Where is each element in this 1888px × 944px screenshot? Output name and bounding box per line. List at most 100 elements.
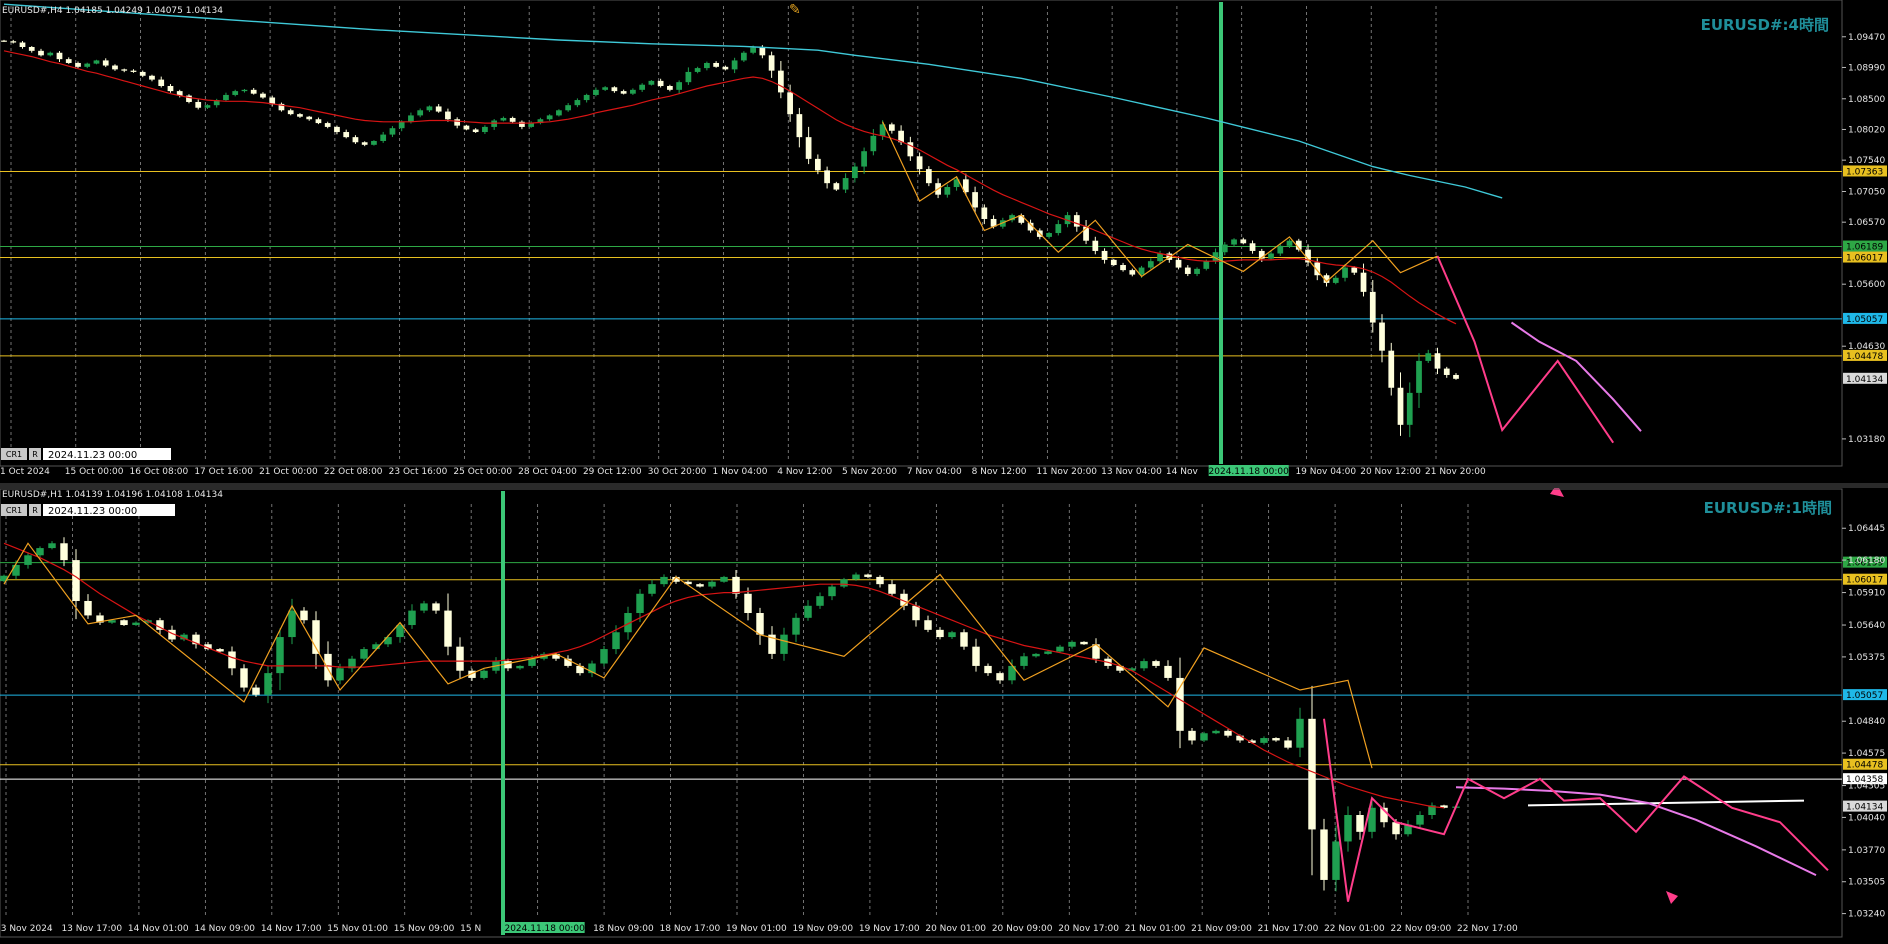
x-tick-label: 22 Nov 01:00 [1324,924,1385,934]
candle-body [984,665,992,674]
x-tick-label: 15 Nov 09:00 [394,924,455,934]
candle-body [352,137,359,143]
h1-vertical-marker [501,491,505,935]
candle-body [1200,733,1208,741]
candle-body [1046,233,1052,237]
candle-body [454,119,461,126]
candle-body [744,593,752,614]
candle-body [912,605,920,621]
candle-body [324,123,331,127]
candle-body [1286,240,1293,246]
candle-body [1073,215,1080,227]
candle-body [1392,822,1400,835]
candle-body [408,610,416,626]
x-tick-label: 25 Oct 00:00 [453,467,512,477]
candle-body [287,110,294,115]
candle-body [112,65,118,70]
y-tick-label: 1.07540 [1848,156,1885,166]
chart-canvas: 1.073631.061891.060171.050571.044781.041… [0,0,1888,940]
y-tick-label: 1.09470 [1848,33,1885,43]
candle-body [768,55,775,71]
candle-body [944,187,951,195]
y-tick-label: 1.04575 [1848,749,1885,759]
candle-body [297,114,303,117]
x-tick-label: 22 Nov 09:00 [1391,924,1452,934]
candle-body [741,52,747,61]
y-tick-label: 1.05640 [1848,621,1885,631]
candle-body [876,576,884,585]
candle-body [1176,677,1184,731]
candle-body [408,115,414,122]
candle-body [232,91,239,95]
candle-body [120,620,128,626]
x-tick-label: 1 Nov 04:00 [713,467,768,477]
x-tick-label: 15 Nov 01:00 [327,924,388,934]
price-level-label: 1.07363 [1846,167,1883,177]
candle-body [565,105,572,111]
candle-body [306,116,313,120]
candle-body [130,70,137,72]
candle-body [1240,239,1247,244]
x-tick-label: 21 Nov 01:00 [1125,924,1186,934]
candle-body [48,543,56,549]
candle-body [241,89,248,92]
candle-body [925,169,932,184]
candle-body [500,117,507,121]
candle-body [334,126,340,133]
candle-body [1236,735,1244,741]
panel-separator[interactable] [0,483,1888,488]
candle-body [1260,738,1268,743]
candle-body [583,94,590,101]
candle-body [19,42,26,47]
candle-body [852,574,860,580]
candle-body [1203,261,1210,269]
y-tick-label: 1.03770 [1848,846,1885,856]
candle-body [861,151,867,167]
candle-body [93,60,100,64]
h4-cr1-label: CR1 [6,450,22,459]
candle-body [1175,259,1182,268]
candle-body [360,649,368,659]
candle-body [361,142,368,145]
candle-body [1212,730,1220,734]
x-tick-label: 13 Nov 17:00 [61,924,122,934]
x-tick-label: 29 Oct 12:00 [583,467,642,477]
candle-body [252,687,260,695]
y-tick-label: 1.03180 [1848,435,1885,445]
candle-body [121,69,128,71]
x-tick-label: 7 Nov 04:00 [907,467,962,477]
candle-body [456,646,464,671]
h1-r-label: R [32,506,38,515]
candle-body [65,59,72,63]
candle-body [60,543,68,561]
candle-body [336,668,344,681]
candle-body [149,75,155,80]
h1-time-axis: 13 Nov 2024 13 Nov 17:00 14 Nov 01:00 14 No… [0,922,1518,934]
y-tick-label: 1.05375 [1848,653,1885,663]
candle-body [1184,267,1191,274]
candle-body [972,192,978,208]
candle-body [1416,815,1424,825]
candle-body [804,605,812,618]
candle-body [380,134,387,141]
candle-body [816,596,824,606]
candle-body [1092,240,1099,251]
x-tick-label: 21 Oct 00:00 [259,467,318,477]
x-tick-label: 2024.11.18 00:00 [1209,467,1290,477]
candle-body [1140,661,1148,669]
candle-body [732,576,740,594]
x-tick-label: 2024.11.18 00:00 [504,924,585,934]
candle-body [996,673,1004,681]
candle-body [47,52,54,56]
x-tick-label: 22 Nov 17:00 [1457,924,1518,934]
candle-body [10,41,17,43]
price-level-label: 1.04478 [1846,352,1883,362]
current-price-label: 1.04134 [1846,375,1883,385]
candle-body [472,129,479,133]
candle-body [546,115,553,120]
y-tick-label: 1.03240 [1848,910,1885,920]
candle-body [1356,815,1364,832]
y-tick-label: 1.06570 [1848,218,1885,228]
candle-body [36,548,44,556]
x-tick-label: 13 Nov 04:00 [1101,467,1162,477]
